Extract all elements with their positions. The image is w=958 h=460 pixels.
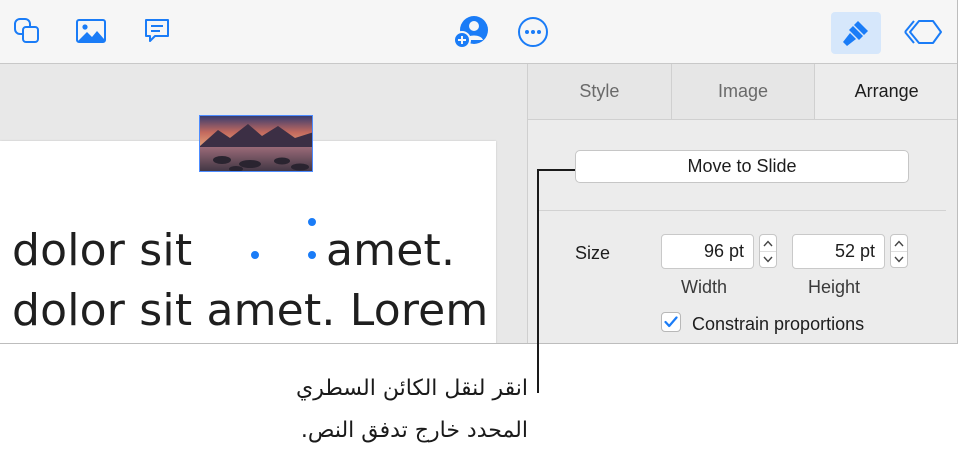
format-icon (843, 21, 868, 46)
comment-button[interactable] (139, 14, 175, 48)
tab-arrange[interactable]: Arrange (815, 64, 957, 119)
divider (538, 210, 946, 211)
media-button[interactable] (73, 14, 109, 48)
stepper-down-icon[interactable] (760, 251, 776, 267)
height-stepper[interactable] (890, 234, 908, 268)
constrain-proportions-label[interactable]: Constrain proportions (692, 314, 864, 335)
constrain-proportions-checkbox[interactable] (661, 312, 681, 332)
height-field[interactable]: 52 pt (792, 234, 885, 269)
stepper-down-icon[interactable] (891, 251, 907, 267)
size-label: Size (575, 243, 611, 263)
callout-text: انقر لنقل الكائن السطري المحدد خارج تدفق… (208, 368, 528, 452)
resize-handle-bottom-middle[interactable] (249, 249, 261, 261)
animate-button[interactable] (900, 14, 946, 50)
media-icon (76, 19, 106, 43)
slide-text-line[interactable]: dolor sit amet. Lorem (12, 285, 489, 336)
height-label: Height (808, 277, 861, 297)
shape-button[interactable] (10, 14, 44, 48)
more-button[interactable] (515, 14, 551, 50)
animate-icon (904, 20, 942, 44)
tab-style[interactable]: Style (528, 64, 672, 119)
app-window: dolor sit amet. dolor sit amet. Lorem St… (0, 0, 958, 344)
inspector-tabs: Style Image Arrange (528, 64, 957, 120)
stepper-up-icon[interactable] (891, 235, 907, 252)
inline-image[interactable] (199, 115, 313, 172)
slide-text-line[interactable]: amet. (326, 225, 455, 276)
callout-leader-line (537, 169, 539, 393)
width-field[interactable]: 96 pt (661, 234, 754, 269)
comment-icon (145, 19, 169, 42)
format-inspector: Style Image Arrange Move to Slide Size 9… (528, 64, 957, 343)
width-label: Width (681, 277, 728, 297)
checkmark-icon (664, 316, 678, 328)
format-button[interactable] (831, 12, 881, 54)
width-stepper[interactable] (759, 234, 777, 268)
move-to-slide-button[interactable]: Move to Slide (575, 150, 909, 183)
resize-handle-top-right[interactable] (306, 216, 318, 228)
slide-canvas[interactable]: dolor sit amet. dolor sit amet. Lorem (0, 64, 527, 343)
callout-line: انقر لنقل الكائن السطري (296, 376, 528, 401)
stepper-up-icon[interactable] (760, 235, 776, 252)
collaborate-icon (453, 16, 488, 49)
toolbar (0, 0, 957, 64)
tab-image[interactable]: Image (671, 64, 816, 119)
callout-line: المحدد خارج تدفق النص. (300, 418, 528, 443)
landscape-photo (200, 116, 312, 171)
more-icon (518, 17, 548, 47)
callout-leader-line (537, 169, 575, 171)
collaborate-button[interactable] (452, 13, 492, 51)
resize-handle-bottom-right[interactable] (306, 249, 318, 261)
slide-text-line[interactable]: dolor sit (12, 225, 192, 276)
shape-icon (14, 18, 39, 43)
